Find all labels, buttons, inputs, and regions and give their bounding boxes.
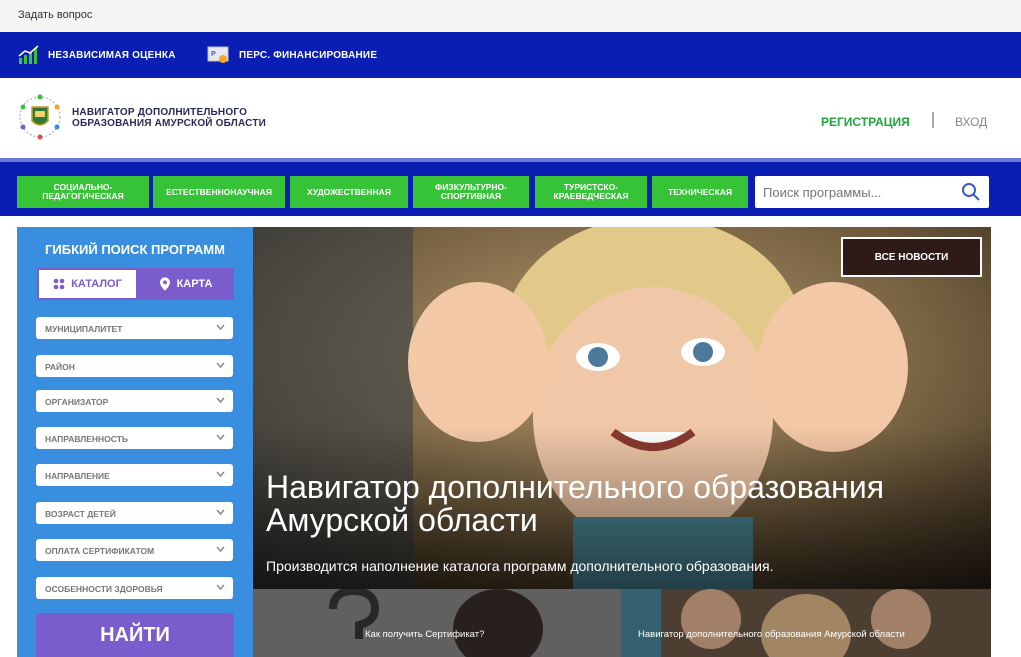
filter-label: НАПРАВЛЕНИЕ	[45, 471, 110, 481]
service-bar: НЕЗАВИСИМАЯ ОЦЕНКА P ПЕРС. ФИНАНСИРОВАНИ…	[0, 32, 1021, 78]
personal-financing-label: ПЕРС. ФИНАНСИРОВАНИЕ	[239, 49, 378, 61]
chevron-down-icon	[216, 509, 225, 516]
svg-text:P: P	[211, 51, 216, 58]
filter-label: ВОЗРАСТ ДЕТЕЙ	[45, 509, 116, 519]
chevron-down-icon	[216, 546, 225, 553]
map-pin-icon	[159, 277, 170, 291]
login-link[interactable]: ВХОД	[955, 115, 987, 129]
search-icon[interactable]	[961, 182, 981, 202]
map-tab-label: КАРТА	[176, 278, 213, 290]
top-bar: Задать вопрос	[0, 0, 1021, 32]
category-label: КРАЕВЕДЧЕСКАЯ	[553, 191, 629, 201]
site-title: НАВИГАТОР ДОПОЛНИТЕЛЬНОГО ОБРАЗОВАНИЯ АМ…	[72, 107, 266, 129]
filter-label: ОРГАНИЗАТОР	[45, 397, 109, 407]
filter-organizer[interactable]: ОРГАНИЗАТОР	[36, 390, 233, 412]
category-natural-science[interactable]: ЕСТЕСТВЕННОНАУЧНАЯ	[153, 176, 285, 208]
thumb-caption: Как получить Сертификат?	[365, 629, 485, 640]
hero-banner[interactable]: ВСЕ НОВОСТИ Навигатор дополнительного об…	[253, 227, 991, 589]
category-label: СПОРТИВНАЯ	[440, 191, 502, 201]
filter-label: ОПЛАТА СЕРТИФИКАТОМ	[45, 546, 155, 556]
certificate-thumb-image	[253, 589, 621, 657]
news-thumb-navigator[interactable]: Навигатор дополнительного образования Ам…	[621, 589, 991, 657]
catalog-tab[interactable]: КАТАЛОГ	[37, 268, 138, 300]
search-input[interactable]	[763, 182, 953, 202]
find-button[interactable]: НАЙТИ	[36, 613, 234, 657]
independent-assessment-link[interactable]: НЕЗАВИСИМАЯ ОЦЕНКА	[18, 45, 176, 65]
filter-focus[interactable]: НАПРАВЛЕННОСТЬ	[36, 427, 233, 449]
news-thumb-certificate[interactable]: Как получить Сертификат?	[253, 589, 621, 657]
site-logo[interactable]	[16, 93, 64, 141]
register-link[interactable]: РЕГИСТРАЦИЯ	[821, 115, 910, 129]
chevron-down-icon	[216, 397, 225, 404]
site-title-line2: ОБРАЗОВАНИЯ АМУРСКОЙ ОБЛАСТИ	[72, 118, 267, 129]
panel-title: ГИБКИЙ ПОИСК ПРОГРАММ	[45, 242, 225, 257]
chart-growth-icon	[18, 45, 39, 64]
grid-icon	[53, 278, 65, 290]
filter-label: РАЙОН	[45, 362, 75, 372]
category-social-pedagogical[interactable]: СОЦИАЛЬНО- ПЕДАГОГИЧЕСКАЯ	[17, 176, 149, 208]
category-label: ХУДОЖЕСТВЕННАЯ	[307, 186, 391, 197]
filter-label: ОСОБЕННОСТИ ЗДОРОВЬЯ	[45, 584, 163, 594]
site-header: НАВИГАТОР ДОПОЛНИТЕЛЬНОГО ОБРАЗОВАНИЯ АМ…	[0, 78, 1021, 158]
filter-direction[interactable]: НАПРАВЛЕНИЕ	[36, 464, 233, 486]
filter-health-features[interactable]: ОСОБЕННОСТИ ЗДОРОВЬЯ	[36, 577, 233, 599]
map-tab[interactable]: КАРТА	[138, 268, 234, 300]
catalog-tab-label: КАТАЛОГ	[71, 278, 122, 290]
filter-label: НАПРАВЛЕННОСТЬ	[45, 434, 129, 444]
chevron-down-icon	[216, 362, 225, 369]
category-sports[interactable]: ФИЗКУЛЬТУРНО- СПОРТИВНАЯ	[413, 176, 529, 208]
chevron-down-icon	[216, 471, 225, 478]
category-artistic[interactable]: ХУДОЖЕСТВЕННАЯ	[290, 176, 408, 208]
category-label: ПЕДАГОГИЧЕСКАЯ	[42, 191, 124, 201]
filter-child-age[interactable]: ВОЗРАСТ ДЕТЕЙ	[36, 502, 233, 524]
category-tourism[interactable]: ТУРИСТСКО- КРАЕВЕДЧЕСКАЯ	[535, 176, 647, 208]
thumb-caption: Навигатор дополнительного образования Ам…	[638, 629, 905, 640]
hero-title-line1: Навигатор дополнительного образования	[266, 469, 885, 505]
category-label: ЕСТЕСТВЕННОНАУЧНАЯ	[166, 186, 272, 197]
category-technical[interactable]: ТЕХНИЧЕСКАЯ	[652, 176, 748, 208]
category-label: ТЕХНИЧЕСКАЯ	[668, 186, 732, 197]
filter-district[interactable]: РАЙОН	[36, 355, 233, 377]
navigator-thumb-image	[621, 589, 991, 657]
flexible-search-panel: ГИБКИЙ ПОИСК ПРОГРАММ КАТАЛОГ КАРТА МУНИ…	[17, 227, 253, 657]
chevron-down-icon	[216, 434, 225, 441]
category-bar: СОЦИАЛЬНО- ПЕДАГОГИЧЕСКАЯ ЕСТЕСТВЕННОНАУЧ…	[0, 158, 1021, 216]
filter-certificate-payment[interactable]: ОПЛАТА СЕРТИФИКАТОМ	[36, 539, 233, 561]
independent-assessment-label: НЕЗАВИСИМАЯ ОЦЕНКА	[48, 49, 176, 61]
filter-label: МУНИЦИПАЛИТЕТ	[45, 324, 123, 334]
ask-question-link[interactable]: Задать вопрос	[18, 9, 92, 21]
site-title-line1: НАВИГАТОР ДОПОЛНИТЕЛЬНОГО	[72, 107, 248, 118]
program-search	[755, 176, 989, 208]
hero-title-line2: Амурской области	[266, 502, 538, 538]
hero-subtitle: Производится наполнение каталога програм…	[266, 558, 774, 574]
chevron-down-icon	[216, 324, 225, 331]
certificate-icon: P	[207, 46, 229, 63]
view-toggle: КАТАЛОГ КАРТА	[37, 268, 234, 300]
header-divider	[932, 112, 934, 128]
personal-financing-link[interactable]: P ПЕРС. ФИНАНСИРОВАНИЕ	[205, 45, 377, 65]
filter-municipality[interactable]: МУНИЦИПАЛИТЕТ	[36, 317, 233, 339]
all-news-button[interactable]: ВСЕ НОВОСТИ	[841, 237, 982, 277]
hero-title: Навигатор дополнительного образования Ам…	[266, 471, 986, 537]
chevron-down-icon	[216, 584, 225, 591]
